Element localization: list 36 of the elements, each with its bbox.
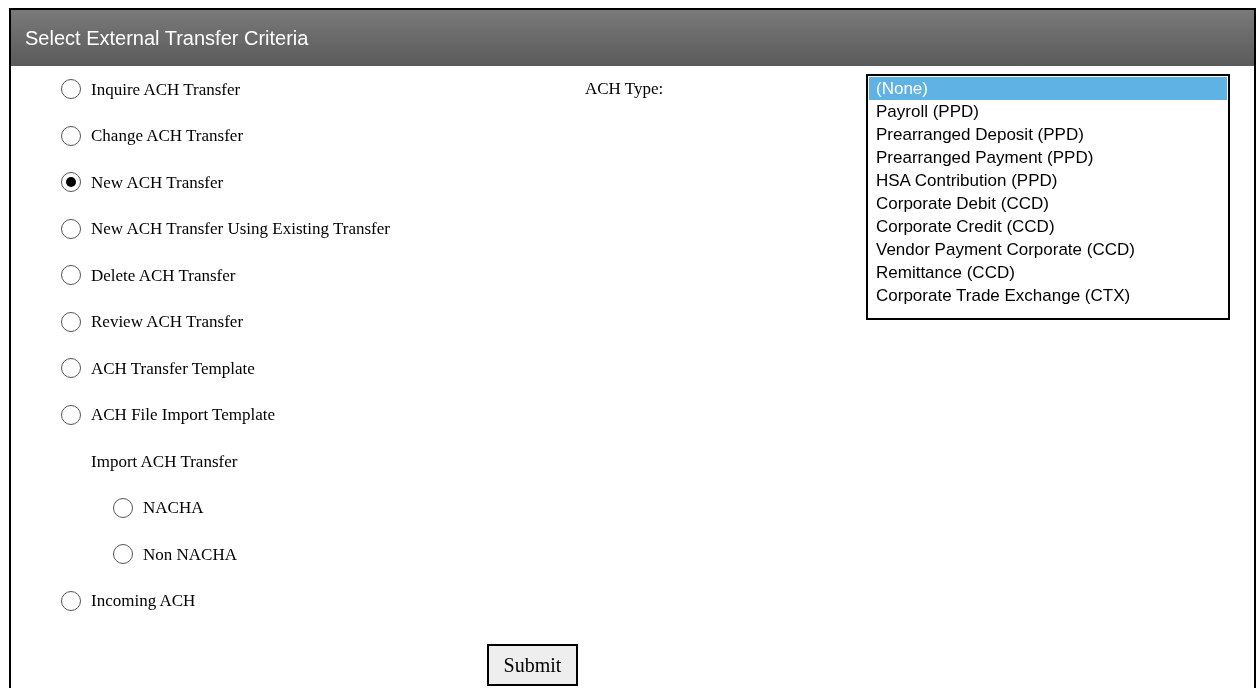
ach-type-label: ACH Type:	[585, 79, 664, 98]
listbox-option[interactable]: HSA Contribution (PPD)	[869, 169, 1227, 192]
radio-button[interactable]	[61, 79, 81, 100]
radio-label: Inquire ACH Transfer	[91, 78, 241, 101]
radio-label: Review ACH Transfer	[91, 311, 244, 333]
radio-label: Non NACHA	[143, 543, 237, 566]
listbox-option[interactable]: Corporate Trade Exchange (CTX)	[869, 284, 1227, 307]
ach-type-listbox[interactable]	[866, 74, 1230, 320]
listbox-option[interactable]: Remittance (CCD)	[869, 261, 1227, 284]
radio-button[interactable]	[61, 218, 81, 239]
radio-button[interactable]	[113, 544, 133, 565]
listbox-option[interactable]: Corporate Debit (CCD)	[869, 192, 1227, 215]
radio-label: Change ACH Transfer	[91, 125, 244, 147]
listbox-option[interactable]: Prearranged Deposit (PPD)	[869, 123, 1227, 146]
radio-label: NACHA	[143, 497, 204, 519]
radio-label: New ACH Transfer	[91, 171, 224, 194]
listbox-option[interactable]: Corporate Credit (CCD)	[869, 215, 1227, 238]
listbox-option[interactable]: Vendor Payment Corporate (CCD)	[869, 238, 1227, 261]
submit-button[interactable]: Submit	[487, 644, 578, 686]
listbox-option[interactable]: Payroll (PPD)	[869, 100, 1227, 123]
radio-button[interactable]	[61, 265, 81, 286]
listbox-option[interactable]: Prearranged Payment (PPD)	[869, 146, 1227, 169]
group-label: Import ACH Transfer	[91, 450, 238, 473]
radio-button[interactable]	[61, 590, 81, 611]
radio-label: Incoming ACH	[91, 590, 196, 612]
radio-label: ACH File Import Template	[91, 404, 276, 426]
radio-button[interactable]	[61, 404, 81, 425]
radio-button[interactable]	[61, 172, 81, 193]
header-title: Select External Transfer Criteria	[25, 26, 309, 51]
radio-button[interactable]	[61, 125, 81, 146]
radio-label: New ACH Transfer Using Existing Transfer	[91, 218, 390, 240]
radio-label: ACH Transfer Template	[91, 357, 255, 380]
radio-label: Delete ACH Transfer	[91, 264, 236, 287]
radio-button[interactable]	[61, 311, 81, 332]
radio-button[interactable]	[113, 497, 133, 518]
radio-button[interactable]	[61, 358, 81, 379]
